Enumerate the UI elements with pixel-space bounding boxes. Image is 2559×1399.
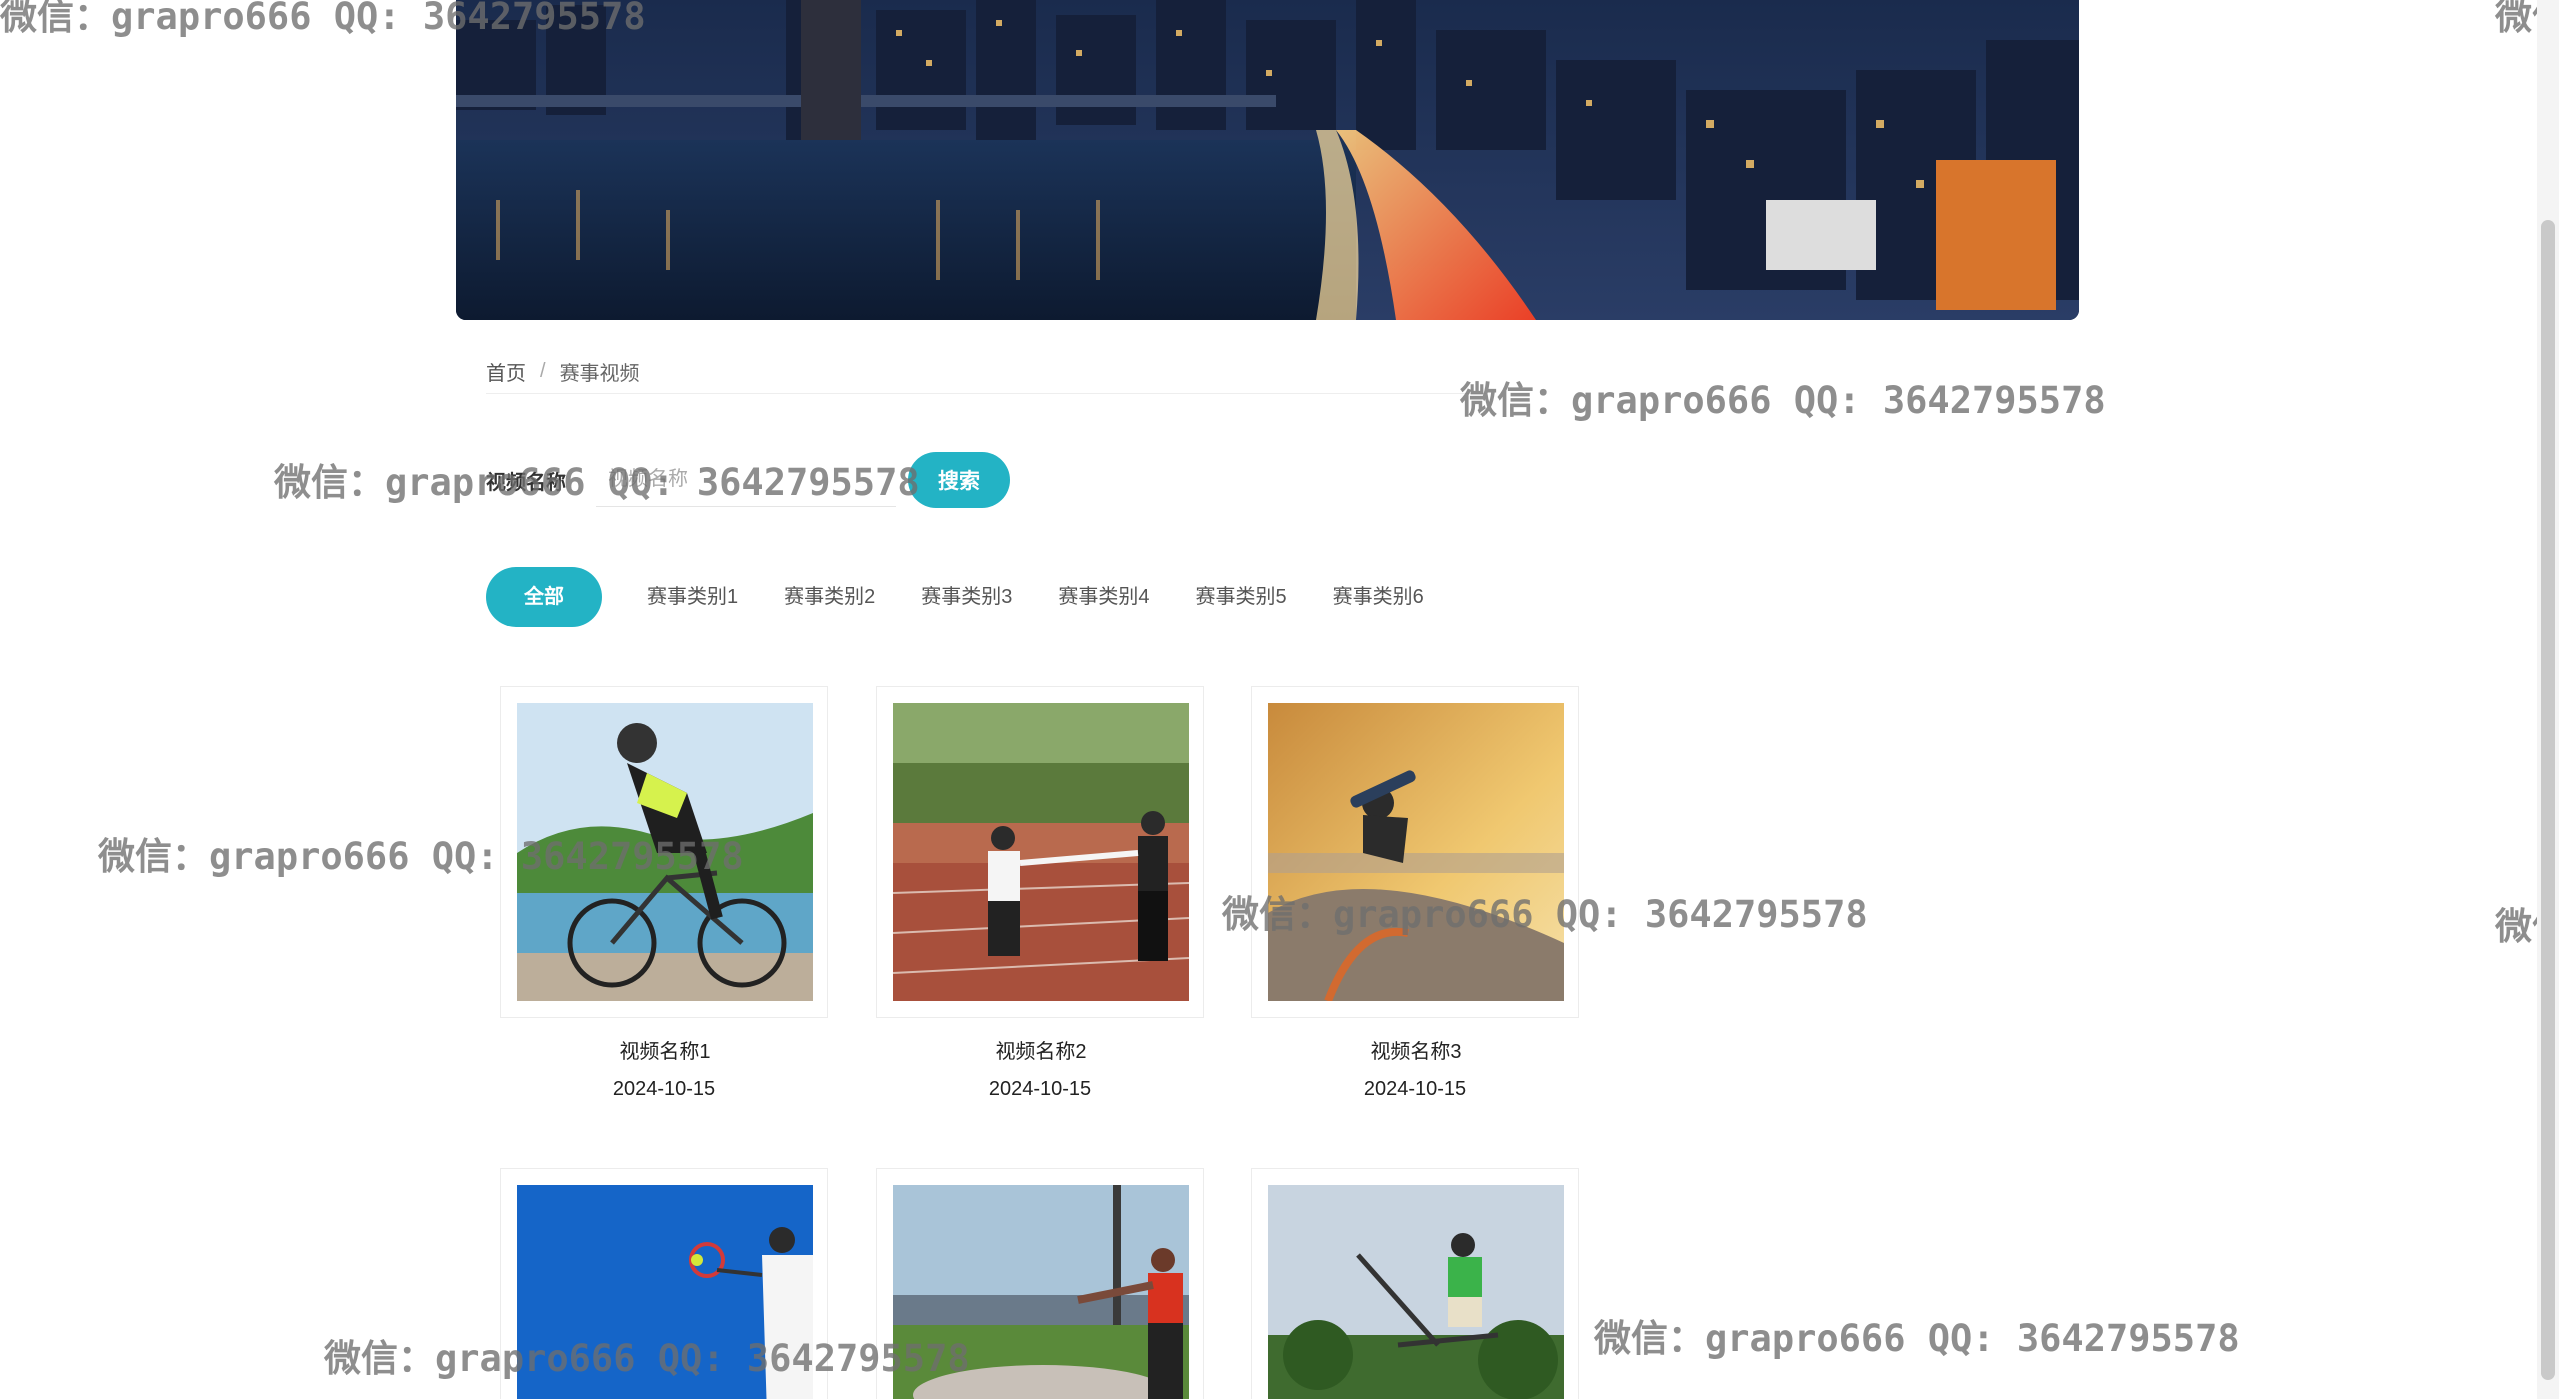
video-thumbnail-discus[interactable] bbox=[893, 1185, 1189, 1399]
video-thumbnail-relay[interactable] bbox=[893, 703, 1189, 1001]
tab-category-1[interactable]: 赛事类别1 bbox=[624, 567, 761, 627]
search-bar: 视频名称 搜索 bbox=[486, 450, 1010, 510]
page: 首页 / 赛事视频 视频名称 搜索 全部 赛事类别1 赛事类别2 赛事类别3 赛… bbox=[0, 0, 2559, 1399]
video-card[interactable] bbox=[876, 1168, 1204, 1399]
breadcrumb: 首页 / 赛事视频 bbox=[486, 350, 1486, 394]
video-date: 2024-10-15 bbox=[612, 1078, 716, 1100]
tab-category-6[interactable]: 赛事类别6 bbox=[1310, 567, 1447, 627]
video-thumbnail-scooter[interactable] bbox=[1268, 1185, 1564, 1399]
video-thumbnail-skateboarder[interactable] bbox=[1268, 703, 1564, 1001]
breadcrumb-separator: / bbox=[540, 360, 546, 382]
video-title[interactable]: 视频名称1 bbox=[501, 1035, 829, 1064]
video-thumbnail-cyclist[interactable] bbox=[517, 703, 813, 1001]
video-title[interactable]: 视频名称3 bbox=[1252, 1035, 1580, 1064]
watermark: 微信：grapro666 QQ: 3642795578 bbox=[1594, 1317, 2240, 1360]
scrollbar-thumb[interactable] bbox=[2541, 220, 2555, 1380]
breadcrumb-home[interactable]: 首页 bbox=[486, 357, 526, 386]
search-input[interactable] bbox=[596, 453, 896, 507]
breadcrumb-current: 赛事视频 bbox=[559, 363, 640, 385]
video-card[interactable] bbox=[500, 1168, 828, 1399]
tab-category-2[interactable]: 赛事类别2 bbox=[761, 567, 898, 627]
banner-image bbox=[456, 0, 2079, 320]
video-card[interactable] bbox=[1251, 1168, 1579, 1399]
tab-all[interactable]: 全部 bbox=[486, 567, 602, 627]
video-date: 2024-10-15 bbox=[988, 1078, 1092, 1100]
video-card[interactable]: 视频名称1 bbox=[500, 686, 828, 1063]
tab-category-3[interactable]: 赛事类别3 bbox=[898, 567, 1035, 627]
search-label: 视频名称 bbox=[486, 471, 566, 494]
tab-category-4[interactable]: 赛事类别4 bbox=[1035, 567, 1172, 627]
video-card[interactable]: 视频名称3 bbox=[1251, 686, 1579, 1063]
category-tabs: 全部 赛事类别1 赛事类别2 赛事类别3 赛事类别4 赛事类别5 赛事类别6 bbox=[486, 567, 1447, 627]
watermark: 微信：grapro666 QQ: 3642795578 bbox=[1460, 379, 2106, 422]
video-thumbnail-tennis[interactable] bbox=[517, 1185, 813, 1399]
search-button[interactable]: 搜索 bbox=[908, 452, 1010, 508]
video-date: 2024-10-15 bbox=[1363, 1078, 1467, 1100]
video-title[interactable]: 视频名称2 bbox=[877, 1035, 1205, 1064]
scrollbar[interactable] bbox=[2537, 0, 2559, 1399]
video-card[interactable]: 视频名称2 bbox=[876, 686, 1204, 1063]
tab-category-5[interactable]: 赛事类别5 bbox=[1173, 567, 1310, 627]
